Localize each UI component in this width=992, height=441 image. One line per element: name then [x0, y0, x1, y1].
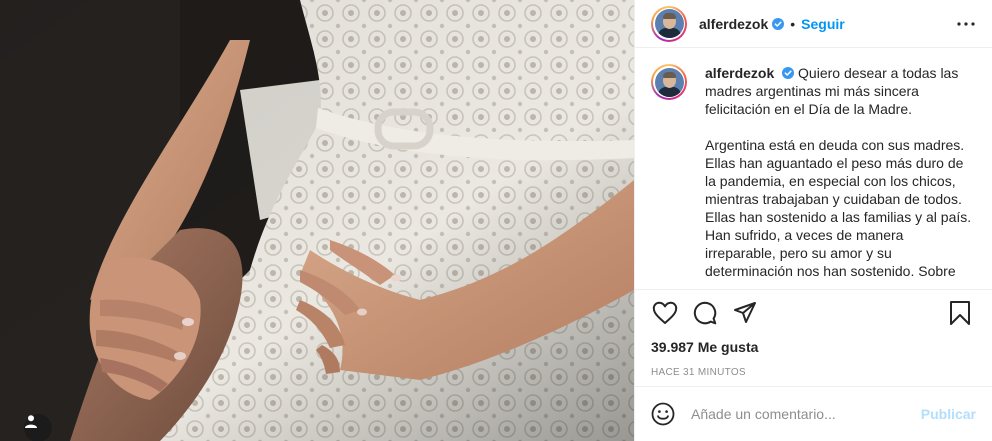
- post-header: alferdezok • Seguir: [635, 0, 992, 48]
- emoji-button[interactable]: [651, 400, 679, 428]
- follow-button[interactable]: Seguir: [801, 16, 845, 32]
- save-button[interactable]: [940, 293, 980, 333]
- caption-author-avatar[interactable]: [651, 64, 687, 100]
- share-button[interactable]: [725, 293, 765, 333]
- comments-area[interactable]: alferdezok Quiero desear a todas las mad…: [635, 48, 992, 290]
- comment-button[interactable]: [685, 293, 725, 333]
- caption-paragraph-2: Argentina está en deuda con sus madres. …: [705, 137, 972, 279]
- avatar-hair: [662, 13, 676, 19]
- post-side-panel: alferdezok • Seguir alferdezok Quiero de…: [634, 0, 992, 441]
- caption-paragraph-1: alferdezok Quiero desear a todas las mad…: [705, 64, 976, 118]
- likes-count[interactable]: 39.987 Me gusta: [635, 336, 992, 358]
- instagram-post: alferdezok • Seguir alferdezok Quiero de…: [0, 0, 992, 441]
- share-icon: [734, 302, 756, 323]
- emoji-icon: [651, 402, 675, 426]
- avatar-suit: [657, 28, 681, 38]
- bookmark-icon: [950, 301, 970, 325]
- user-tag-button[interactable]: [24, 414, 52, 441]
- add-comment-bar: Publicar: [635, 386, 992, 441]
- post-photo[interactable]: [0, 0, 634, 441]
- caption-text: alferdezok Quiero desear a todas las mad…: [705, 64, 976, 289]
- pregnant-woman-photo: [0, 0, 634, 441]
- comment-icon: [693, 301, 717, 325]
- avatar-ring: [653, 66, 685, 98]
- separator-dot: •: [790, 15, 796, 32]
- avatar-image: [654, 67, 684, 97]
- avatar-ring: [653, 7, 685, 40]
- avatar-hair: [662, 71, 676, 78]
- post-timestamp[interactable]: HACE 31 MINUTOS: [635, 358, 992, 386]
- avatar-suit: [657, 86, 681, 97]
- heart-icon: [652, 301, 678, 324]
- user-tag-icon: [25, 415, 37, 428]
- author-avatar[interactable]: [651, 5, 687, 42]
- caption-username[interactable]: alferdezok: [705, 65, 774, 81]
- publish-button[interactable]: Publicar: [921, 406, 976, 422]
- like-button[interactable]: [645, 293, 685, 333]
- verified-badge-icon: [782, 67, 795, 79]
- post-caption: alferdezok Quiero desear a todas las mad…: [651, 64, 976, 289]
- comment-input[interactable]: [691, 406, 921, 422]
- more-options-icon: [957, 21, 975, 26]
- more-options-button[interactable]: [954, 12, 978, 36]
- post-actions: [635, 290, 992, 336]
- verified-badge-icon: [772, 17, 785, 30]
- author-username[interactable]: alferdezok: [699, 16, 768, 32]
- avatar-image: [654, 9, 684, 38]
